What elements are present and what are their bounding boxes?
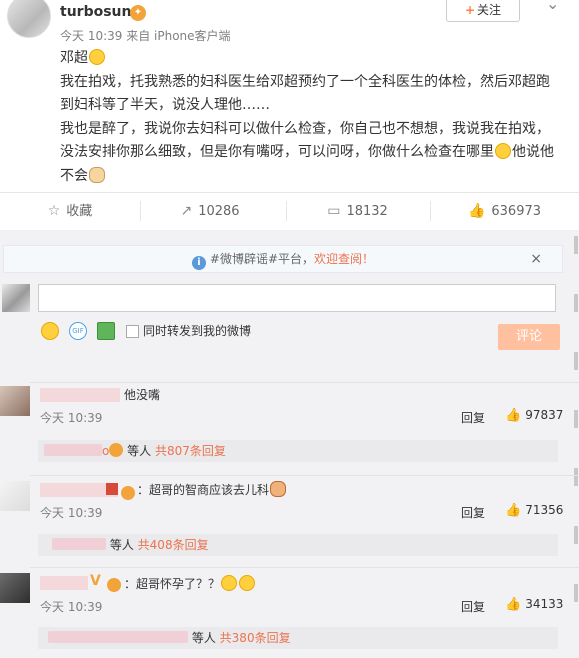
plus-icon: + bbox=[464, 3, 476, 17]
doge-emoji-icon bbox=[89, 166, 105, 183]
verified-badge-icon bbox=[109, 443, 124, 457]
verified-badge-icon: ✦ bbox=[130, 5, 146, 21]
comment-text: 他没嘴 bbox=[124, 388, 161, 402]
post-line: 我在拍戏，托我熟悉的妇科医生给邓超预约了一个全科医生的体检，然后邓超跑 bbox=[60, 73, 550, 90]
reply-user-name bbox=[48, 631, 188, 643]
vip-badge-icon: V bbox=[90, 573, 101, 589]
thumbs-up-icon: 👍 bbox=[467, 203, 486, 219]
comment-icon: ▭ bbox=[327, 203, 341, 219]
laugh-cry-emoji-icon bbox=[495, 143, 511, 159]
sub-replies-suffix: 等人 bbox=[127, 444, 152, 458]
sub-replies-count: 共380条回复 bbox=[219, 631, 291, 645]
repost-checkbox[interactable] bbox=[126, 325, 139, 338]
reply-user-tail: o bbox=[102, 444, 110, 458]
repost-icon: ↗ bbox=[180, 203, 193, 219]
comment-button[interactable]: ▭ 18132 bbox=[286, 193, 429, 229]
reply-user-name bbox=[44, 444, 102, 456]
post-line: 我也是醉了，我说你去妇科可以做什么检查，你自己也不想想，我说我在拍戏， bbox=[60, 120, 550, 137]
emoji-picker-icon[interactable] bbox=[41, 322, 59, 340]
comment-like-count: 34133 bbox=[525, 597, 564, 611]
verified-badge-icon bbox=[107, 575, 121, 594]
member-badge-icon bbox=[106, 483, 118, 495]
sub-replies-count: 共408条回复 bbox=[137, 538, 209, 552]
thumbs-up-icon: 👍 bbox=[505, 503, 522, 518]
image-upload-icon[interactable] bbox=[97, 322, 115, 340]
commenter-avatar[interactable] bbox=[0, 481, 30, 511]
comment-like-button[interactable]: 👍 97837 bbox=[505, 408, 563, 423]
comment-text: ：超哥的智商应该去儿科 bbox=[137, 481, 287, 498]
sub-replies-suffix: 等人 bbox=[191, 631, 216, 645]
comment-like-count: 97837 bbox=[525, 408, 564, 422]
rumor-notice-banner: i #微博辟谣#平台，欢迎查阅！ × bbox=[3, 245, 563, 273]
comment-like-button[interactable]: 👍 71356 bbox=[505, 503, 563, 518]
divider bbox=[30, 567, 579, 568]
repost-button[interactable]: ↗ 10286 bbox=[140, 193, 280, 229]
mention-dengchao[interactable]: 邓超 bbox=[60, 50, 88, 66]
repost-count: 10286 bbox=[198, 204, 240, 219]
divider bbox=[30, 475, 579, 476]
shocked-emoji-icon bbox=[239, 575, 256, 591]
verified-badge-icon bbox=[121, 483, 135, 502]
commenter-name[interactable] bbox=[40, 388, 120, 402]
comment-time: 今天 10:39 bbox=[40, 411, 103, 425]
comment-like-count: 71356 bbox=[525, 503, 564, 517]
commenter-avatar[interactable] bbox=[0, 386, 30, 416]
post-line: 他说他 bbox=[512, 144, 554, 160]
divider bbox=[30, 382, 579, 383]
post-meta: 今天 10:39 来自 iPhone客户端 bbox=[60, 29, 231, 43]
reply-button[interactable]: 回复 bbox=[461, 598, 485, 615]
comment-text-content: ：超哥的智商应该去儿科 bbox=[137, 483, 270, 497]
comment-text-content: ：超哥怀孕了？？ bbox=[124, 577, 221, 591]
author-avatar[interactable] bbox=[7, 0, 51, 38]
weibo-post: turbosun ✦ + 关注 ⌄ 今天 10:39 来自 iPhone客户端 邓… bbox=[0, 0, 579, 192]
gif-picker-icon[interactable]: GIF bbox=[69, 322, 87, 340]
like-button[interactable]: 👍 636973 bbox=[430, 193, 579, 229]
like-count: 636973 bbox=[491, 204, 542, 219]
sub-replies-suffix: 等人 bbox=[109, 538, 134, 552]
favorite-label: 收藏 bbox=[66, 204, 93, 219]
reply-button[interactable]: 回复 bbox=[461, 504, 485, 521]
scrollbar[interactable] bbox=[572, 236, 579, 602]
comment-text: ：超哥怀孕了？？ bbox=[124, 575, 256, 592]
post-content: 邓超 我在拍戏，托我熟悉的妇科医生给邓超预约了一个全科医生的体检，然后邓超跑 到… bbox=[60, 47, 560, 188]
post-line: 不会 bbox=[60, 167, 88, 184]
star-icon: ☆ bbox=[47, 203, 61, 219]
current-user-avatar bbox=[2, 284, 30, 312]
thumbs-up-icon: 👍 bbox=[505, 408, 522, 423]
commenter-name[interactable] bbox=[40, 576, 88, 590]
post-line: 到妇科等了半天，说没人理他…… bbox=[60, 97, 270, 113]
thumbs-up-icon: 👍 bbox=[505, 597, 522, 612]
close-icon[interactable]: × bbox=[530, 246, 542, 272]
submit-comment-button[interactable]: 评论 bbox=[498, 324, 560, 350]
info-icon: i bbox=[191, 256, 206, 270]
reply-button[interactable]: 回复 bbox=[461, 409, 485, 426]
commenter-avatar[interactable] bbox=[0, 573, 30, 603]
laugh-cry-emoji-icon bbox=[89, 49, 105, 65]
sub-replies-count: 共807条回复 bbox=[155, 444, 226, 458]
notice-text[interactable]: #微博辟谣#平台， bbox=[210, 252, 314, 266]
post-action-bar: ☆ 收藏 ↗ 10286 ▭ 18132 👍 636973 bbox=[0, 192, 579, 229]
follow-button[interactable]: + 关注 bbox=[446, 0, 520, 22]
author-username[interactable]: turbosun bbox=[60, 4, 131, 20]
sub-replies-link[interactable]: 等人 共408条回复 bbox=[38, 534, 558, 556]
sub-replies-link[interactable]: 等人 共380条回复 bbox=[38, 627, 558, 649]
chevron-down-icon[interactable]: ⌄ bbox=[546, 0, 559, 13]
notice-highlight[interactable]: 欢迎查阅！ bbox=[314, 252, 374, 266]
comment-like-button[interactable]: 👍 34133 bbox=[505, 597, 563, 612]
shocked-emoji-icon bbox=[221, 575, 238, 591]
reply-user-name bbox=[52, 538, 106, 550]
comment-input[interactable] bbox=[38, 284, 556, 312]
follow-label: 关注 bbox=[477, 3, 502, 17]
comment-time: 今天 10:39 bbox=[40, 506, 103, 520]
repost-label: 同时转发到我的微博 bbox=[143, 324, 252, 338]
comment-count: 18132 bbox=[346, 204, 388, 219]
favorite-button[interactable]: ☆ 收藏 bbox=[0, 193, 140, 229]
cat-emoji-icon bbox=[270, 481, 287, 497]
post-line: 没法安排你那么细致，但是你有嘴呀，可以问呀，你做什么检查在哪里 bbox=[60, 144, 494, 160]
comment-time: 今天 10:39 bbox=[40, 600, 103, 614]
sub-replies-link[interactable]: o 等人 共807条回复 bbox=[38, 440, 558, 462]
